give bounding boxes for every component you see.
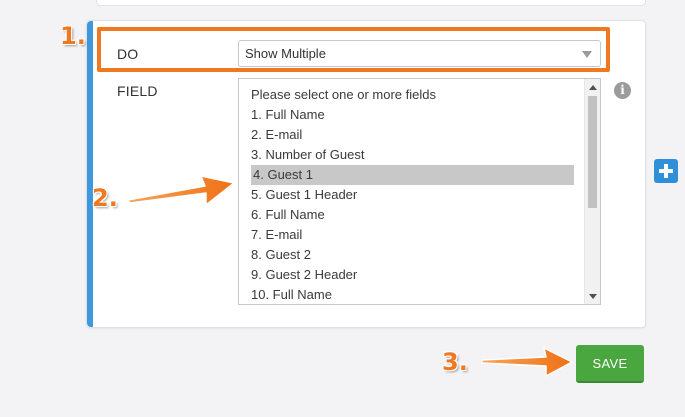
- field-option[interactable]: 7. E-mail: [251, 225, 302, 245]
- field-placeholder-option[interactable]: Please select one or more fields: [251, 85, 436, 105]
- field-option[interactable]: 6. Full Name: [251, 205, 325, 225]
- field-option[interactable]: 8. Guest 2: [251, 245, 311, 265]
- field-option[interactable]: 5. Guest 1 Header: [251, 185, 357, 205]
- field-multiselect[interactable]: Please select one or more fields 1. Full…: [238, 78, 601, 305]
- listbox-scrollbar[interactable]: [584, 79, 600, 304]
- step3-arrow-icon: [481, 347, 573, 377]
- step1-annotation: 1.: [60, 22, 86, 50]
- do-select-value: Show Multiple: [245, 46, 326, 61]
- scroll-up-arrow-icon[interactable]: [589, 85, 597, 90]
- do-label: DO: [117, 46, 139, 62]
- chevron-down-icon: [582, 51, 592, 58]
- field-option[interactable]: 3. Number of Guest: [251, 145, 364, 165]
- step2-annotation: 2.: [92, 184, 118, 212]
- scroll-thumb[interactable]: [588, 96, 597, 208]
- card-accent-bar: [87, 21, 93, 327]
- do-select[interactable]: Show Multiple: [238, 40, 601, 67]
- field-option-selected[interactable]: 4. Guest 1: [251, 165, 574, 185]
- previous-condition-card: [96, 0, 646, 6]
- field-option[interactable]: 1. Full Name: [251, 105, 325, 125]
- field-option[interactable]: 9. Guest 2 Header: [251, 265, 357, 285]
- save-button[interactable]: SAVE: [576, 345, 644, 383]
- field-option[interactable]: 2. E-mail: [251, 125, 302, 145]
- add-condition-button[interactable]: [654, 159, 678, 183]
- info-icon[interactable]: i: [614, 82, 631, 99]
- field-label: FIELD: [117, 83, 158, 99]
- scroll-down-arrow-icon[interactable]: [589, 294, 597, 299]
- step3-annotation: 3.: [442, 348, 468, 376]
- field-option[interactable]: 10. Full Name: [251, 285, 332, 304]
